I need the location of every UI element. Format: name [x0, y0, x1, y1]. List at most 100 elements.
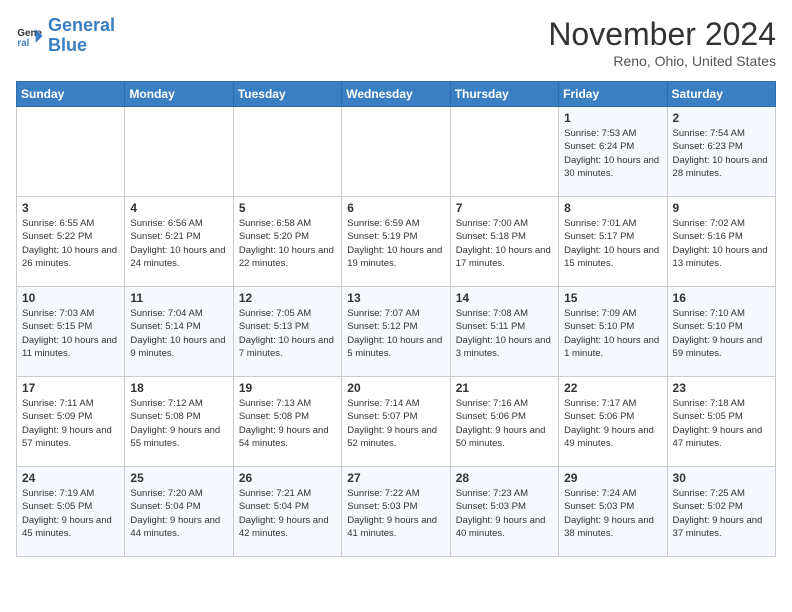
day-detail: Sunrise: 7:13 AMSunset: 5:08 PMDaylight:…	[239, 397, 336, 450]
day-detail: Sunrise: 7:11 AMSunset: 5:09 PMDaylight:…	[22, 397, 119, 450]
calendar-body: 1Sunrise: 7:53 AMSunset: 6:24 PMDaylight…	[17, 107, 776, 557]
day-detail: Sunrise: 7:12 AMSunset: 5:08 PMDaylight:…	[130, 397, 227, 450]
day-detail: Sunrise: 7:25 AMSunset: 5:02 PMDaylight:…	[673, 487, 770, 540]
calendar-header-wednesday: Wednesday	[342, 82, 450, 107]
calendar-week-1: 3 Sunrise: 6:55 AMSunset: 5:22 PMDaylight…	[17, 197, 776, 287]
day-number: 18	[130, 381, 227, 395]
day-detail: Sunrise: 7:19 AMSunset: 5:05 PMDaylight:…	[22, 487, 119, 540]
location: Reno, Ohio, United States	[548, 53, 776, 69]
calendar-header-saturday: Saturday	[667, 82, 775, 107]
day-detail: Sunrise: 7:54 AMSunset: 6:23 PMDaylight:…	[673, 127, 770, 180]
day-number: 12	[239, 291, 336, 305]
day-number: 28	[456, 471, 553, 485]
calendar-day: 29Sunrise: 7:24 AMSunset: 5:03 PMDayligh…	[559, 467, 667, 557]
calendar-header-friday: Friday	[559, 82, 667, 107]
day-detail: Sunrise: 7:07 AMSunset: 5:12 PMDaylight:…	[347, 307, 444, 360]
calendar-day: 28 Sunrise: 7:23 AMSunset: 5:03 PMDayligh…	[450, 467, 558, 557]
page-header: Gene ral GeneralBlue November 2024 Reno,…	[16, 16, 776, 69]
calendar-day: 11 Sunrise: 7:04 AMSunset: 5:14 PMDayligh…	[125, 287, 233, 377]
day-detail: Sunrise: 6:58 AMSunset: 5:20 PMDaylight:…	[239, 217, 336, 270]
day-detail: Sunrise: 6:55 AMSunset: 5:22 PMDaylight:…	[22, 217, 119, 270]
calendar-day: 2 Sunrise: 7:54 AMSunset: 6:23 PMDaylight…	[667, 107, 775, 197]
day-number: 30	[673, 471, 770, 485]
day-number: 11	[130, 291, 227, 305]
logo: Gene ral GeneralBlue	[16, 16, 115, 56]
calendar-week-4: 24Sunrise: 7:19 AMSunset: 5:05 PMDayligh…	[17, 467, 776, 557]
day-detail: Sunrise: 7:05 AMSunset: 5:13 PMDaylight:…	[239, 307, 336, 360]
logo-text: GeneralBlue	[48, 16, 115, 56]
calendar-day	[125, 107, 233, 197]
day-detail: Sunrise: 7:17 AMSunset: 5:06 PMDaylight:…	[564, 397, 661, 450]
day-detail: Sunrise: 6:59 AMSunset: 5:19 PMDaylight:…	[347, 217, 444, 270]
day-detail: Sunrise: 7:22 AMSunset: 5:03 PMDaylight:…	[347, 487, 444, 540]
day-number: 4	[130, 201, 227, 215]
calendar-week-0: 1Sunrise: 7:53 AMSunset: 6:24 PMDaylight…	[17, 107, 776, 197]
day-number: 3	[22, 201, 119, 215]
svg-text:ral: ral	[17, 38, 29, 49]
day-number: 5	[239, 201, 336, 215]
day-number: 21	[456, 381, 553, 395]
calendar-day: 15 Sunrise: 7:09 AMSunset: 5:10 PMDayligh…	[559, 287, 667, 377]
calendar-day: 19 Sunrise: 7:13 AMSunset: 5:08 PMDayligh…	[233, 377, 341, 467]
calendar-header-row: SundayMondayTuesdayWednesdayThursdayFrid…	[17, 82, 776, 107]
day-number: 14	[456, 291, 553, 305]
month-title: November 2024	[548, 16, 776, 53]
day-detail: Sunrise: 7:16 AMSunset: 5:06 PMDaylight:…	[456, 397, 553, 450]
day-detail: Sunrise: 7:03 AMSunset: 5:15 PMDaylight:…	[22, 307, 119, 360]
calendar-day: 24Sunrise: 7:19 AMSunset: 5:05 PMDayligh…	[17, 467, 125, 557]
calendar-day: 3 Sunrise: 6:55 AMSunset: 5:22 PMDaylight…	[17, 197, 125, 287]
calendar-day: 9 Sunrise: 7:02 AMSunset: 5:16 PMDaylight…	[667, 197, 775, 287]
day-detail: Sunrise: 7:21 AMSunset: 5:04 PMDaylight:…	[239, 487, 336, 540]
calendar-day: 13 Sunrise: 7:07 AMSunset: 5:12 PMDayligh…	[342, 287, 450, 377]
day-number: 19	[239, 381, 336, 395]
day-number: 17	[22, 381, 119, 395]
calendar-header-monday: Monday	[125, 82, 233, 107]
day-detail: Sunrise: 7:14 AMSunset: 5:07 PMDaylight:…	[347, 397, 444, 450]
calendar-day: 10 Sunrise: 7:03 AMSunset: 5:15 PMDayligh…	[17, 287, 125, 377]
calendar-day	[17, 107, 125, 197]
calendar-header-thursday: Thursday	[450, 82, 558, 107]
day-number: 2	[673, 111, 770, 125]
day-detail: Sunrise: 7:02 AMSunset: 5:16 PMDaylight:…	[673, 217, 770, 270]
calendar-day: 8 Sunrise: 7:01 AMSunset: 5:17 PMDaylight…	[559, 197, 667, 287]
calendar-day: 17 Sunrise: 7:11 AMSunset: 5:09 PMDayligh…	[17, 377, 125, 467]
day-detail: Sunrise: 7:23 AMSunset: 5:03 PMDaylight:…	[456, 487, 553, 540]
calendar-day: 12 Sunrise: 7:05 AMSunset: 5:13 PMDayligh…	[233, 287, 341, 377]
calendar-week-3: 17 Sunrise: 7:11 AMSunset: 5:09 PMDayligh…	[17, 377, 776, 467]
calendar-day: 6Sunrise: 6:59 AMSunset: 5:19 PMDaylight…	[342, 197, 450, 287]
day-number: 10	[22, 291, 119, 305]
calendar-day: 27 Sunrise: 7:22 AMSunset: 5:03 PMDayligh…	[342, 467, 450, 557]
calendar-day: 16Sunrise: 7:10 AMSunset: 5:10 PMDayligh…	[667, 287, 775, 377]
calendar-day: 7Sunrise: 7:00 AMSunset: 5:18 PMDaylight…	[450, 197, 558, 287]
day-number: 1	[564, 111, 661, 125]
day-detail: Sunrise: 7:20 AMSunset: 5:04 PMDaylight:…	[130, 487, 227, 540]
day-number: 9	[673, 201, 770, 215]
calendar-day: 1Sunrise: 7:53 AMSunset: 6:24 PMDaylight…	[559, 107, 667, 197]
calendar-day: 22 Sunrise: 7:17 AMSunset: 5:06 PMDayligh…	[559, 377, 667, 467]
day-number: 22	[564, 381, 661, 395]
calendar-table: SundayMondayTuesdayWednesdayThursdayFrid…	[16, 81, 776, 557]
calendar-day: 30 Sunrise: 7:25 AMSunset: 5:02 PMDayligh…	[667, 467, 775, 557]
calendar-day: 21 Sunrise: 7:16 AMSunset: 5:06 PMDayligh…	[450, 377, 558, 467]
day-number: 16	[673, 291, 770, 305]
day-number: 26	[239, 471, 336, 485]
calendar-day: 23 Sunrise: 7:18 AMSunset: 5:05 PMDayligh…	[667, 377, 775, 467]
calendar-header-tuesday: Tuesday	[233, 82, 341, 107]
day-detail: Sunrise: 7:01 AMSunset: 5:17 PMDaylight:…	[564, 217, 661, 270]
day-detail: Sunrise: 6:56 AMSunset: 5:21 PMDaylight:…	[130, 217, 227, 270]
day-number: 7	[456, 201, 553, 215]
calendar-day: 14Sunrise: 7:08 AMSunset: 5:11 PMDayligh…	[450, 287, 558, 377]
day-detail: Sunrise: 7:04 AMSunset: 5:14 PMDaylight:…	[130, 307, 227, 360]
day-detail: Sunrise: 7:09 AMSunset: 5:10 PMDaylight:…	[564, 307, 661, 360]
day-number: 15	[564, 291, 661, 305]
calendar-week-2: 10 Sunrise: 7:03 AMSunset: 5:15 PMDayligh…	[17, 287, 776, 377]
calendar-day	[342, 107, 450, 197]
day-detail: Sunrise: 7:24 AMSunset: 5:03 PMDaylight:…	[564, 487, 661, 540]
calendar-day: 5 Sunrise: 6:58 AMSunset: 5:20 PMDaylight…	[233, 197, 341, 287]
day-number: 8	[564, 201, 661, 215]
day-number: 23	[673, 381, 770, 395]
title-block: November 2024 Reno, Ohio, United States	[548, 16, 776, 69]
day-number: 27	[347, 471, 444, 485]
day-detail: Sunrise: 7:18 AMSunset: 5:05 PMDaylight:…	[673, 397, 770, 450]
day-number: 13	[347, 291, 444, 305]
